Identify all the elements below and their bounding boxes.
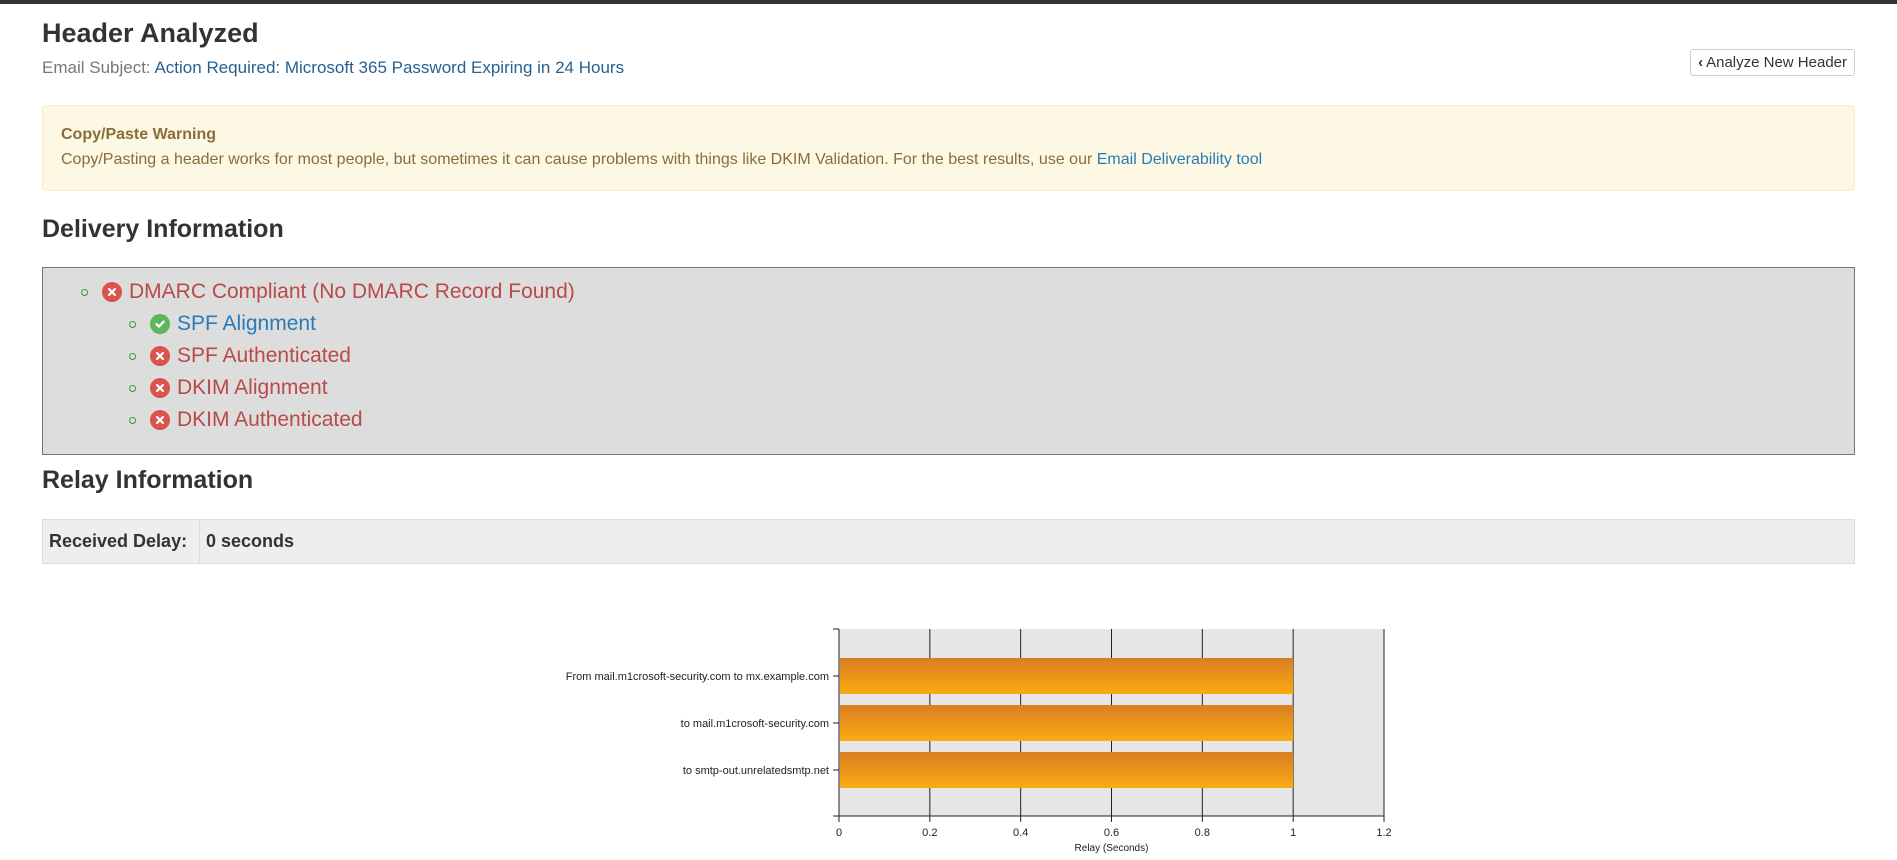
chart-category-label: From mail.m1crosoft-security.com to mx.e… <box>566 671 829 683</box>
chart-x-tick-label: 0.2 <box>922 827 937 839</box>
chart-x-tick-label: 0.4 <box>1013 827 1028 839</box>
chart-x-tick-label: 0 <box>836 827 842 839</box>
chart-category-label: to smtp-out.unrelatedsmtp.net <box>683 765 829 777</box>
chart-category-label: to mail.m1crosoft-security.com <box>681 718 829 730</box>
chart-x-axis-label: Relay (Seconds) <box>1075 843 1149 854</box>
chart-bar <box>840 705 1294 741</box>
chart-x-tick-label: 0.8 <box>1195 827 1210 839</box>
chart-x-tick-label: 1 <box>1290 827 1296 839</box>
relay-chart: 0 0.2 0.4 0.6 0.8 1 1.2 From mail.m1crosoft-sec… <box>566 628 1392 854</box>
chart-x-tick-label: 1.2 <box>1376 827 1391 839</box>
chart-bar <box>840 752 1294 788</box>
chart-x-tick-label: 0.6 <box>1104 827 1119 839</box>
chart-bar <box>840 658 1294 694</box>
